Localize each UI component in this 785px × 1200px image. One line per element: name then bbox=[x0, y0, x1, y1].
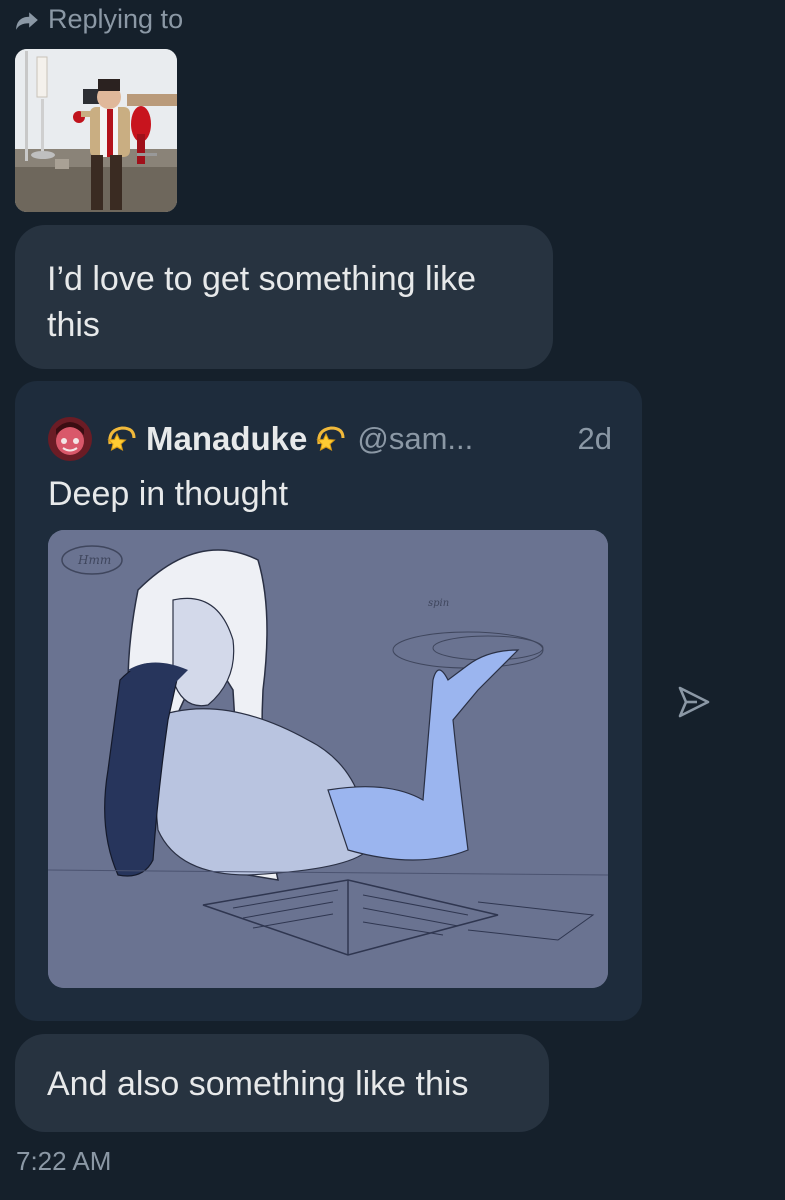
post-time: 2d bbox=[577, 421, 612, 456]
quoted-post-header: Manaduke @sam... 2d bbox=[48, 417, 612, 461]
dm-conversation: Replying to I’d love to get something li… bbox=[0, 0, 785, 1200]
replied-photo bbox=[15, 49, 177, 212]
avatar-image bbox=[48, 417, 92, 461]
quoted-post-text: Deep in thought bbox=[48, 475, 289, 513]
share-send-icon[interactable] bbox=[675, 683, 713, 721]
author-avatar[interactable] bbox=[48, 417, 92, 461]
replying-to-header: Replying to bbox=[14, 4, 183, 35]
author-name[interactable]: Manaduke bbox=[146, 420, 307, 458]
author-handle[interactable]: @sam... bbox=[357, 421, 473, 457]
dizzy-star-icon bbox=[107, 426, 136, 451]
quoted-post-card[interactable]: Manaduke @sam... 2d Deep in thought Hmm … bbox=[15, 381, 642, 1021]
message-timestamp: 7:22 AM bbox=[16, 1146, 112, 1176]
message-text: I’d love to get something like this bbox=[47, 260, 477, 344]
message-bubble[interactable]: I’d love to get something like this bbox=[15, 225, 553, 369]
replying-to-label: Replying to bbox=[48, 4, 184, 34]
dizzy-star-icon bbox=[316, 426, 345, 451]
message-bubble[interactable]: And also something like this bbox=[15, 1034, 549, 1132]
quoted-post-image[interactable]: Hmm spin bbox=[48, 530, 608, 988]
sketch-note-spin: spin bbox=[428, 598, 449, 609]
sketch-note-hmm: Hmm bbox=[77, 553, 111, 567]
sketch-illustration: Hmm spin bbox=[48, 530, 608, 988]
replied-photo-thumbnail[interactable] bbox=[15, 49, 177, 212]
reply-arrow-icon bbox=[16, 11, 38, 30]
message-text: And also something like this bbox=[47, 1065, 469, 1103]
